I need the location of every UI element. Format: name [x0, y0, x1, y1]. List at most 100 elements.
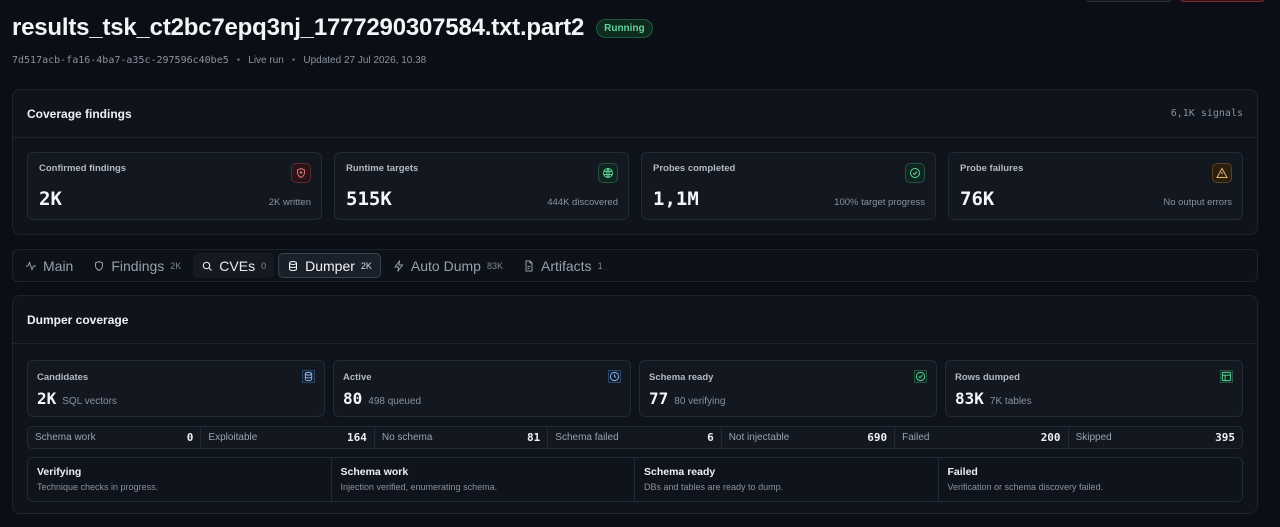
- stat-value: 77: [649, 389, 669, 408]
- run-id: 7d517acb-fa16-4ba7-a35c-297596c40be5: [12, 55, 229, 66]
- stat-schema-ready: Schema ready 77 80 verifying: [639, 360, 937, 417]
- page-title: results_tsk_ct2bc7epq3nj_1777290307584.t…: [12, 14, 585, 41]
- stat-value: 2K: [37, 389, 57, 408]
- database-icon: [289, 260, 298, 271]
- updated-timestamp: Updated 27 Jul 2026, 10.38: [303, 55, 427, 66]
- legend-title: Failed: [947, 466, 978, 478]
- count-label: Skipped: [1075, 432, 1112, 443]
- stat-label: Schema ready: [649, 372, 714, 383]
- legend-title: Verifying: [37, 466, 82, 478]
- stat-label: Runtime targets: [346, 163, 419, 174]
- count-value: 200: [1040, 431, 1061, 444]
- stat-value: 2K: [39, 188, 62, 210]
- file-icon: [525, 260, 533, 271]
- stat-sub: 498 queued: [368, 396, 422, 407]
- coverage-panel: Coverage findings 6,1K signals Confirmed…: [12, 89, 1258, 235]
- stop-run-button[interactable]: [1180, 0, 1265, 2]
- coverage-header: Coverage findings 6,1K signals: [13, 90, 1257, 138]
- stat-label: Candidates: [37, 372, 89, 383]
- stat-probes-completed: Probes completed 1,1M 100% target progre…: [641, 152, 936, 220]
- tab-auto-dump[interactable]: Auto Dump 83K: [385, 253, 511, 278]
- tab-label: Main: [43, 257, 74, 274]
- separator-dot: •: [291, 55, 296, 66]
- stat-line: 80 498 queued: [343, 389, 421, 408]
- tab-artifacts[interactable]: Artifacts 1: [515, 253, 611, 278]
- tab-count: 0: [261, 260, 267, 271]
- stat-label: Probes completed: [653, 163, 736, 174]
- stat-sub: No output errors: [1163, 197, 1232, 208]
- bolt-icon: [393, 259, 404, 272]
- legend-desc: Technique checks in progress.: [37, 482, 159, 492]
- count-value: 81: [527, 431, 541, 444]
- clock-icon: [608, 370, 621, 383]
- table-icon: [1220, 370, 1233, 383]
- database-icon: [302, 370, 315, 383]
- run-meta: 7d517acb-fa16-4ba7-a35c-297596c40be5 • L…: [12, 55, 426, 66]
- legend-title: Schema work: [340, 466, 409, 478]
- signals-count: 6,1K signals: [1170, 108, 1243, 119]
- stage-legend: Verifying Technique checks in progress. …: [27, 457, 1243, 502]
- tab-cves[interactable]: CVEs 0: [193, 253, 275, 278]
- check-circle-icon: [914, 370, 927, 383]
- count-failed: Failed 200: [895, 427, 1069, 448]
- tab-dumper[interactable]: Dumper 2K: [278, 253, 381, 278]
- activity-icon: [26, 260, 36, 271]
- dumper-stats: Candidates 2K SQL vectors Active 80 498 …: [27, 360, 1243, 417]
- count-label: No schema: [381, 432, 433, 443]
- tab-count: 1: [597, 260, 603, 271]
- stat-active: Active 80 498 queued: [333, 360, 631, 417]
- check-circle-icon: [905, 163, 925, 183]
- count-not-injectable: Not injectable 690: [722, 427, 896, 448]
- stat-label: Probe failures: [960, 163, 1024, 174]
- dumper-header: Dumper coverage: [13, 296, 1257, 344]
- count-value: 0: [186, 431, 194, 444]
- count-label: Not injectable: [728, 432, 790, 443]
- warning-icon: [1212, 163, 1232, 183]
- legend-schema-ready: Schema ready DBs and tables are ready to…: [635, 458, 939, 501]
- stat-value: 83K: [955, 389, 984, 408]
- count-no-schema: No schema 81: [375, 427, 549, 448]
- stat-label: Active: [343, 372, 372, 383]
- legend-verifying: Verifying Technique checks in progress.: [28, 458, 332, 501]
- stat-sub: 444K discovered: [547, 197, 618, 208]
- secondary-action-button[interactable]: [1086, 0, 1172, 2]
- count-value: 690: [867, 431, 888, 444]
- stat-label: Rows dumped: [955, 372, 1020, 383]
- legend-title: Schema ready: [644, 466, 716, 478]
- legend-failed: Failed Verification or schema discovery …: [939, 458, 1243, 501]
- tab-label: Dumper: [305, 257, 355, 274]
- stat-probe-failures: Probe failures 76K No output errors: [948, 152, 1243, 220]
- tab-label: Auto Dump: [410, 257, 481, 274]
- status-counts: Schema work 0 Exploitable 164 No schema …: [27, 426, 1243, 449]
- coverage-stats: Confirmed findings 2K 2K written Runtime…: [27, 152, 1243, 220]
- tab-label: CVEs: [219, 257, 256, 274]
- count-label: Schema failed: [555, 432, 619, 443]
- stat-value: 76K: [960, 188, 995, 210]
- count-value: 395: [1215, 431, 1235, 444]
- stat-line: 83K 7K tables: [955, 389, 1032, 408]
- stat-sub: 7K tables: [989, 396, 1032, 407]
- shield-icon: [291, 163, 311, 183]
- status-badge: Running: [596, 18, 653, 38]
- count-label: Exploitable: [208, 432, 258, 443]
- separator-dot: •: [236, 55, 241, 66]
- run-mode: Live run: [248, 55, 284, 66]
- count-label: Schema work: [35, 432, 96, 443]
- stat-runtime-targets: Runtime targets 515K 444K discovered: [334, 152, 629, 220]
- count-value: 6: [707, 431, 714, 444]
- tab-main[interactable]: Main: [17, 253, 81, 278]
- tab-findings[interactable]: Findings 2K: [85, 253, 189, 278]
- tab-count: 2K: [360, 260, 372, 271]
- count-schema-failed: Schema failed 6: [548, 427, 722, 448]
- stat-line: 2K SQL vectors: [37, 389, 117, 408]
- tab-count: 2K: [170, 260, 182, 271]
- coverage-title: Coverage findings: [27, 106, 132, 121]
- page-header: results_tsk_ct2bc7epq3nj_1777290307584.t…: [12, 14, 653, 42]
- stat-sub: 2K written: [268, 197, 311, 208]
- stat-value: 515K: [346, 188, 392, 210]
- stat-confirmed-findings: Confirmed findings 2K 2K written: [27, 152, 322, 220]
- stat-value: 1,1M: [653, 188, 699, 210]
- stat-sub: 100% target progress: [834, 197, 925, 208]
- count-skipped: Skipped 395: [1069, 427, 1242, 448]
- stat-sub: 80 verifying: [674, 396, 726, 407]
